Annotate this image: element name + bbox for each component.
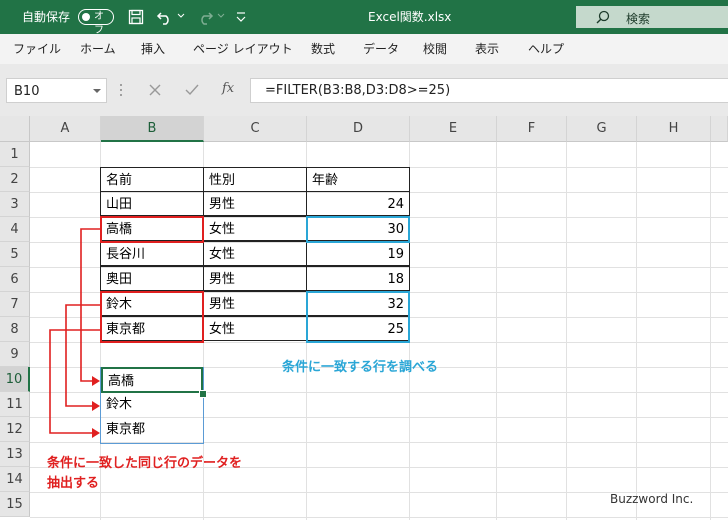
search-label: 検索 [626,12,651,26]
watermark: Buzzword Inc. [610,492,694,506]
insert-function-icon[interactable]: fx [222,81,234,96]
tab-help[interactable]: ヘルプ [528,42,564,56]
red-annotation-line1: 条件に一致した同じ行のデータを [47,456,243,471]
worksheet-grid[interactable]: A B C D E F G H 1 2 3 4 5 6 7 8 9 10 11 … [0,116,728,520]
save-icon[interactable] [128,9,144,25]
tab-insert[interactable]: 挿入 [141,42,165,56]
formula-bar: B10 fx =FILTER(B3:B8,D3:D8>=25) [0,64,728,116]
more-options-icon[interactable] [119,83,123,97]
undo-dropdown-icon[interactable] [177,13,185,19]
enter-icon[interactable] [185,84,199,96]
toggle-knob [82,13,90,21]
arrow-suzuki [65,304,100,407]
tab-data[interactable]: データ [363,42,399,56]
blue-annotation: 条件に一致する行を調べる [282,360,439,375]
search-icon [596,10,610,24]
redo-icon[interactable] [196,8,214,26]
name-box[interactable]: B10 [6,78,107,103]
cancel-icon[interactable] [149,84,161,96]
search-box[interactable]: 検索 [576,6,728,28]
customize-toolbar-icon[interactable] [236,11,246,23]
title-bar: 自動保存 オフ Excel関数.xlsx 検索 [0,0,728,36]
name-box-value: B10 [14,84,40,99]
formula-input[interactable]: =FILTER(B3:B8,D3:D8>=25) [250,78,728,103]
autosave-toggle[interactable]: オフ [78,9,114,36]
tab-view[interactable]: 表示 [475,42,499,56]
tab-page-layout[interactable]: ページ レイアウト [193,42,293,56]
arrow-head [92,376,100,386]
tab-file[interactable]: ファイル [13,42,61,56]
tab-home[interactable]: ホーム [80,42,116,56]
ribbon-tabs: ファイル ホーム 挿入 ページ レイアウト 数式 データ 校閲 表示 ヘルプ [0,34,728,64]
file-name: Excel関数.xlsx [368,10,452,24]
name-box-dropdown-icon[interactable] [93,89,101,94]
tab-review[interactable]: 校閲 [423,42,447,56]
autosave-label: 自動保存 [22,10,71,24]
redo-dropdown-icon[interactable] [217,13,225,19]
arrow-head [92,428,100,438]
red-annotation-line2: 抽出する [47,476,100,491]
undo-icon[interactable] [156,8,174,26]
tab-formulas[interactable]: 数式 [311,42,335,56]
arrow-head [92,401,100,411]
formula-text: =FILTER(B3:B8,D3:D8>=25) [265,83,451,98]
